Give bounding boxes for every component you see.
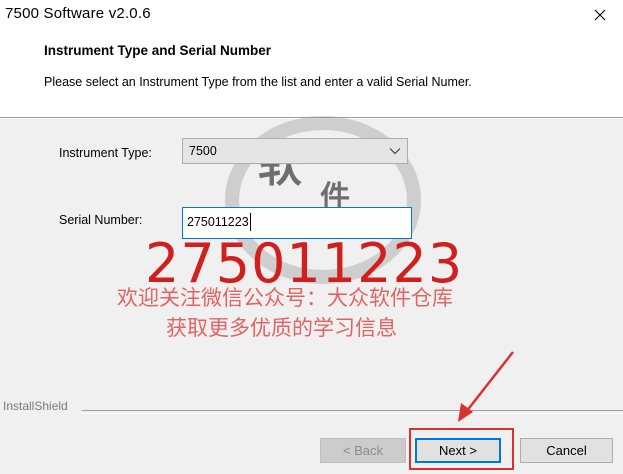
watermark-promo-line1: 欢迎关注微信公众号：大众软件仓库	[117, 286, 453, 310]
close-icon	[594, 9, 606, 21]
chevron-down-icon	[389, 148, 401, 155]
window-title: 7500 Software v2.0.6	[5, 5, 151, 22]
text-caret	[250, 213, 251, 231]
back-button[interactable]: < Back	[320, 438, 406, 463]
wizard-header: Instrument Type and Serial Number Please…	[0, 30, 623, 118]
footer-divider	[82, 410, 623, 414]
instrument-type-select[interactable]: 7500	[182, 138, 408, 164]
installshield-brand: InstallShield	[3, 399, 68, 413]
serial-number-label: Serial Number:	[59, 213, 143, 227]
instrument-type-label: Instrument Type:	[59, 146, 152, 160]
cancel-button[interactable]: Cancel	[520, 438, 613, 463]
title-bar: 7500 Software v2.0.6	[0, 0, 623, 30]
annotation-highlight-box	[409, 428, 514, 470]
watermark-promo-line2: 获取更多优质的学习信息	[166, 316, 397, 340]
header-description: Please select an Instrument Type from th…	[44, 75, 472, 89]
instrument-type-value: 7500	[189, 144, 217, 158]
serial-number-value: 275011223	[187, 215, 249, 229]
header-title: Instrument Type and Serial Number	[44, 43, 272, 58]
close-button[interactable]	[577, 0, 623, 30]
